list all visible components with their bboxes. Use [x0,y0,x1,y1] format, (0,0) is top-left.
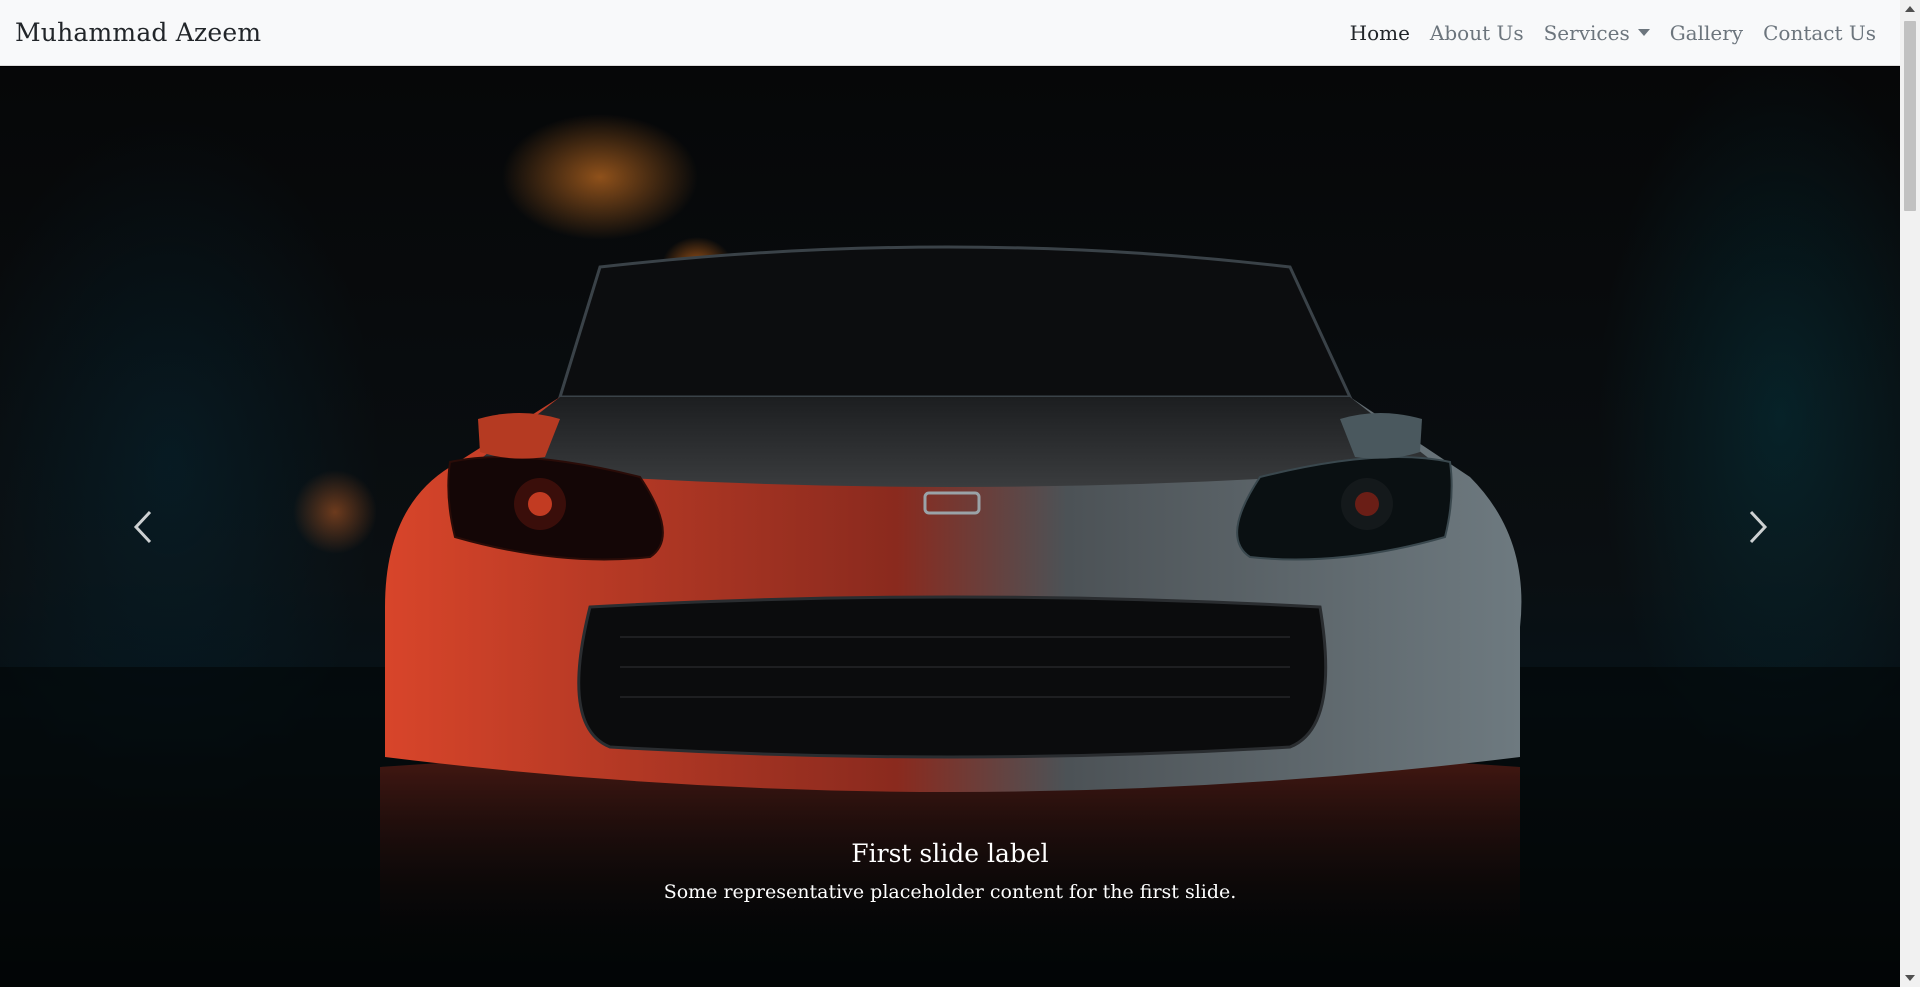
hero-carousel: First slide label Some representative pl… [0,67,1900,987]
nav-services-dropdown[interactable]: Services [1544,21,1650,45]
nav-gallery-link[interactable]: Gallery [1670,21,1743,45]
nav-contact-link[interactable]: Contact Us [1763,21,1876,45]
scrollbar-thumb[interactable] [1904,21,1916,211]
navbar: Muhammad Azeem Home About Us Services Ga… [0,0,1900,66]
nav-about-link[interactable]: About Us [1430,21,1524,45]
slide-text: Some representative placeholder content … [663,881,1237,903]
slide-title: First slide label [851,839,1049,868]
brand-link[interactable]: Muhammad Azeem [15,18,261,47]
caret-down-icon [1637,28,1650,36]
scroll-down-arrow-icon[interactable] [1905,975,1915,981]
slide-caption: First slide label Some representative pl… [0,837,1900,905]
chevron-left-icon [133,510,151,544]
nav-home-link[interactable]: Home [1350,21,1410,45]
nav-links: Home About Us Services Gallery Contact U… [1350,21,1876,45]
nav-services-label: Services [1543,20,1630,45]
chevron-right-icon [1749,510,1767,544]
scroll-up-arrow-icon[interactable] [1905,6,1915,12]
page-scrollbar[interactable] [1900,0,1920,987]
